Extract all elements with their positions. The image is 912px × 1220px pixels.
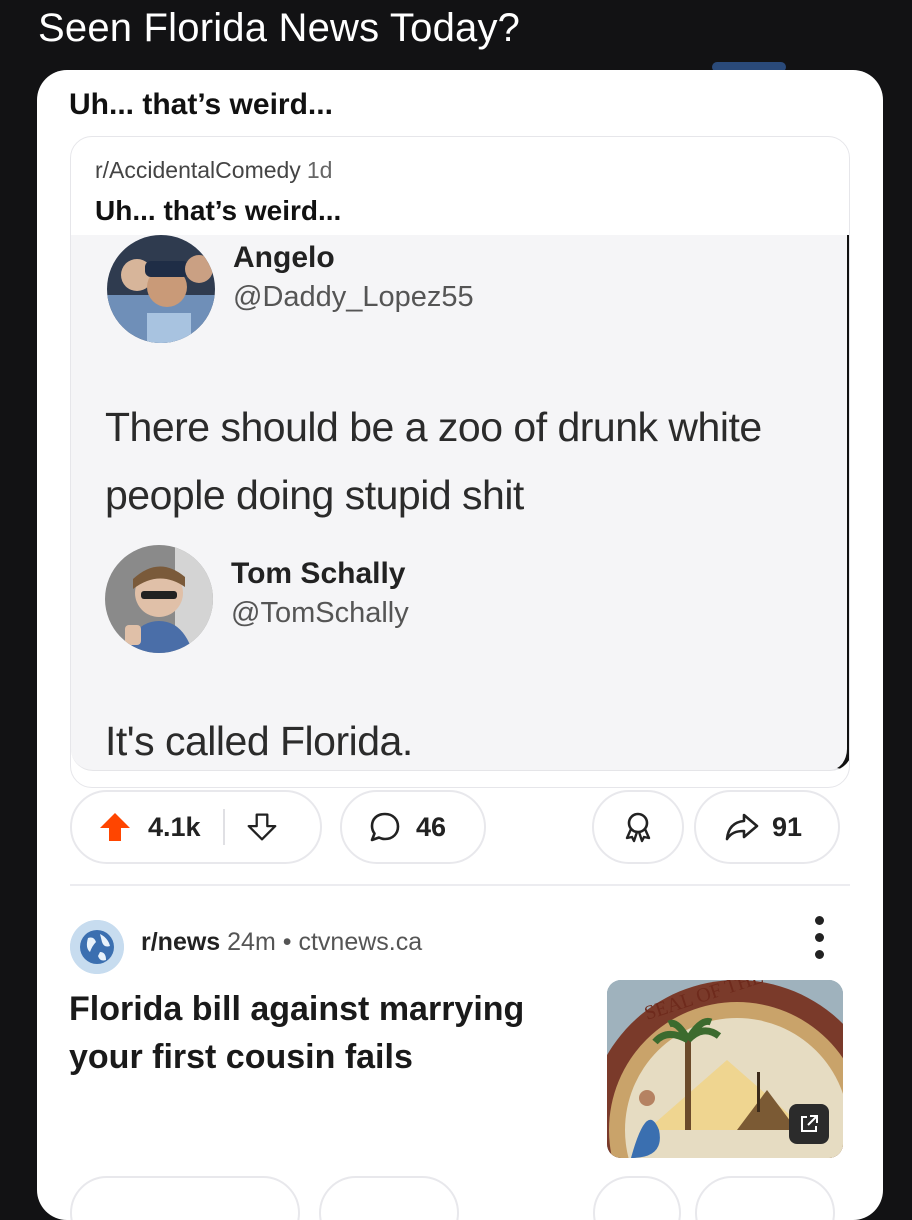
tweet2-handle: @TomSchally [231, 597, 409, 629]
more-options-icon[interactable] [809, 916, 829, 978]
next-share-button[interactable] [695, 1176, 835, 1220]
external-link-icon[interactable] [789, 1104, 829, 1144]
tweet1-text-line2: people doing stupid shit [105, 472, 524, 518]
post-title[interactable]: Uh... that’s weird... [69, 88, 333, 122]
comments-button[interactable]: 46 [340, 790, 486, 864]
tweet2-name: Tom Schally [231, 557, 406, 590]
tweet2-text: It's called Florida. [105, 718, 413, 764]
tweet1-name: Angelo [233, 241, 335, 274]
post-actions: 4.1k 46 91 [70, 790, 850, 868]
news-age: 24m [227, 928, 276, 956]
tweet1-handle: @Daddy_Lopez55 [233, 281, 474, 313]
downvote-icon[interactable] [247, 812, 277, 842]
post-card[interactable]: Uh... that’s weird... r/AccidentalComedy… [37, 70, 883, 1220]
vote-divider [222, 809, 225, 845]
embed-age: 1d [306, 157, 333, 183]
comment-icon [368, 810, 402, 844]
next-comments-button[interactable] [319, 1176, 459, 1220]
upvote-count: 4.1k [148, 811, 201, 842]
news-subreddit-avatar[interactable] [70, 920, 124, 974]
news-meta: r/news 24m • ctvnews.ca [141, 928, 422, 957]
post-separator [70, 884, 850, 886]
next-award-button[interactable] [593, 1176, 681, 1220]
next-vote-pill[interactable] [70, 1176, 300, 1220]
comment-count: 46 [416, 811, 447, 842]
share-button[interactable]: 91 [694, 790, 840, 864]
vote-pill: 4.1k [70, 790, 322, 864]
share-count: 91 [772, 811, 803, 842]
embed-title[interactable]: Uh... that’s weird... [95, 195, 341, 227]
share-icon [724, 811, 760, 843]
crosspost-embed[interactable]: r/AccidentalComedy 1d Uh... that’s weird.… [70, 136, 850, 788]
award-icon [621, 810, 655, 844]
embed-meta: r/AccidentalComedy 1d [95, 157, 332, 184]
award-button[interactable] [592, 790, 684, 864]
angelo-avatar [107, 235, 215, 343]
news-title[interactable]: Florida bill against marrying your first… [69, 985, 569, 1081]
page-title: Seen Florida News Today? [38, 6, 521, 50]
tweet1-text-line1: There should be a zoo of drunk white [105, 404, 762, 450]
news-subreddit[interactable]: r/news [141, 928, 220, 956]
news-domain[interactable]: ctvnews.ca [298, 928, 422, 956]
tweet-screenshot-image[interactable]: Angelo @Daddy_Lopez55 There should be a … [71, 235, 849, 771]
meta-dot: • [282, 928, 292, 956]
upvote-icon[interactable] [98, 811, 132, 843]
news-thumbnail[interactable]: SEAL OF THE STATE OF [607, 980, 843, 1158]
embed-subreddit[interactable]: r/AccidentalComedy [95, 157, 301, 183]
tom-schally-avatar [105, 545, 213, 653]
